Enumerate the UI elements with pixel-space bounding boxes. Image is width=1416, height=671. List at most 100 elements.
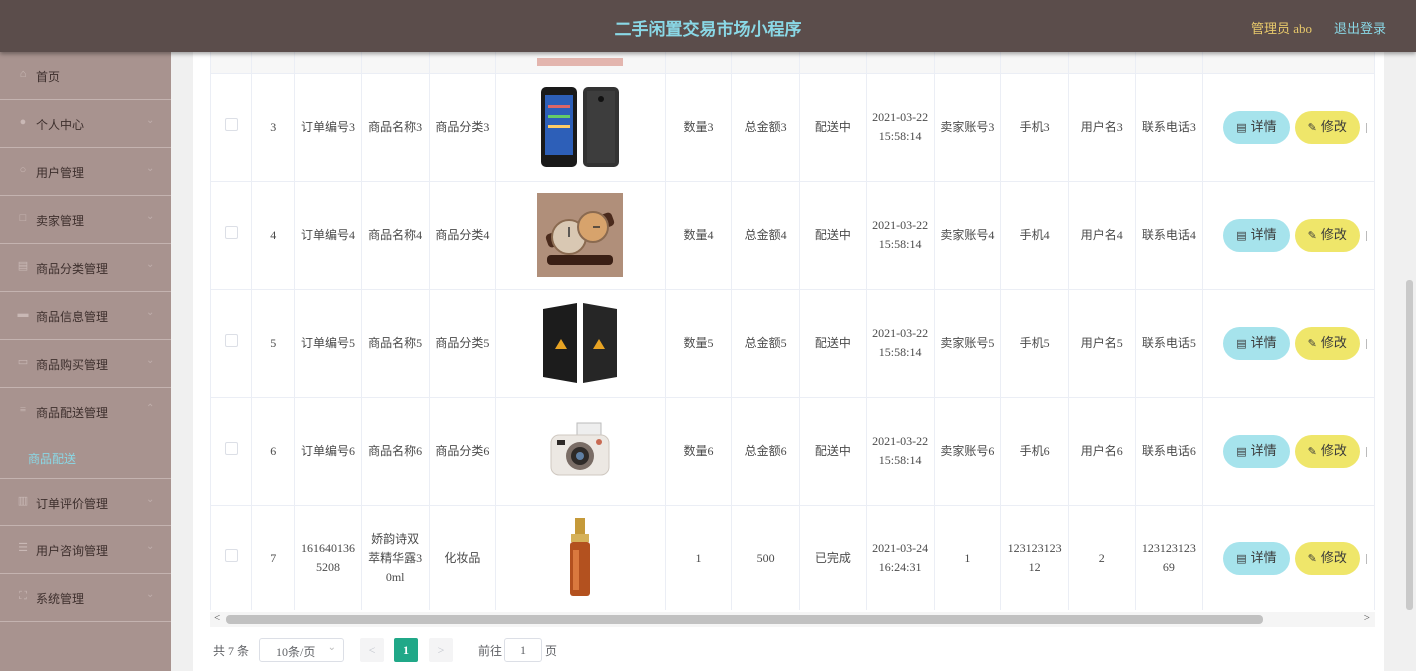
delivery-status: 配送中 bbox=[799, 73, 867, 182]
seller-icon: □ bbox=[19, 212, 27, 224]
vertical-scrollbar[interactable] bbox=[1406, 280, 1413, 610]
horizontal-scrollbar[interactable]: < > bbox=[210, 612, 1375, 627]
partial-product-image bbox=[537, 57, 624, 66]
product-category: 商品分类5 bbox=[429, 289, 497, 398]
edit-button[interactable]: ✎ 修改 bbox=[1294, 434, 1360, 468]
delete-button-partial[interactable] bbox=[1365, 553, 1370, 564]
next-page-button[interactable]: > bbox=[429, 638, 453, 662]
row-index: 6 bbox=[251, 397, 296, 506]
username: 用户名5 bbox=[1068, 289, 1136, 398]
chevron-down-icon: ⌄ bbox=[327, 642, 336, 653]
edit-button[interactable]: ✎ 修改 bbox=[1294, 541, 1360, 575]
detail-button[interactable]: ▤ 详情 bbox=[1223, 110, 1290, 144]
document-icon: ▤ bbox=[1236, 444, 1247, 458]
page-size-select[interactable]: 10条/页 ⌄ bbox=[259, 638, 344, 662]
sidebar-item-category[interactable]: ▤ 商品分类管理 ⌄ bbox=[0, 244, 171, 292]
detail-button[interactable]: ▤ 详情 bbox=[1223, 218, 1290, 252]
chevron-down-icon: ⌄ bbox=[146, 211, 155, 222]
document-icon: ▤ bbox=[1236, 336, 1247, 350]
sidebar-item-users[interactable]: ○ 用户管理 ⌄ bbox=[0, 148, 171, 196]
sidebar-item-label: 商品配送管理 bbox=[36, 406, 109, 420]
admin-label: 管理员 abo bbox=[1251, 21, 1313, 36]
prev-page-button[interactable]: < bbox=[360, 638, 384, 662]
quantity: 数量4 bbox=[665, 181, 733, 290]
sidebar-item-sellers[interactable]: □ 卖家管理 ⌄ bbox=[0, 196, 171, 244]
product-name: 商品名称5 bbox=[361, 289, 430, 398]
edit-button[interactable]: ✎ 修改 bbox=[1294, 218, 1360, 252]
sidebar-item-label: 个人中心 bbox=[36, 118, 85, 132]
goods-icon: ▬ bbox=[17, 308, 29, 320]
row-checkbox[interactable] bbox=[224, 548, 238, 562]
sidebar-item-label: 商品分类管理 bbox=[36, 262, 109, 276]
quantity: 数量6 bbox=[665, 397, 733, 506]
edit-icon: ✎ bbox=[1307, 444, 1317, 458]
sidebar-item-purchase[interactable]: ▭ 商品购买管理 ⌄ bbox=[0, 340, 171, 388]
detail-button[interactable]: ▤ 详情 bbox=[1223, 326, 1290, 360]
sidebar-item-goods[interactable]: ▬ 商品信息管理 ⌄ bbox=[0, 292, 171, 340]
app-title: 二手闲置交易市场小程序 bbox=[614, 20, 802, 40]
username: 用户名3 bbox=[1068, 73, 1136, 182]
product-category: 商品分类4 bbox=[429, 181, 497, 290]
phone: 手机5 bbox=[1000, 289, 1069, 398]
row-checkbox[interactable] bbox=[224, 225, 238, 239]
watch-image bbox=[537, 193, 624, 277]
product-category: 商品分类3 bbox=[429, 73, 497, 182]
edit-icon: ✎ bbox=[1307, 336, 1317, 350]
edit-button[interactable]: ✎ 修改 bbox=[1294, 326, 1360, 360]
phone: 12312312312 bbox=[1000, 505, 1069, 610]
delivery-status: 配送中 bbox=[799, 181, 867, 290]
contact-phone: 联系电话3 bbox=[1135, 73, 1204, 182]
chevron-down-icon: ⌄ bbox=[146, 589, 155, 600]
sidebar-subitem-delivery[interactable]: 商品配送 bbox=[0, 436, 171, 478]
row-checkbox[interactable] bbox=[224, 441, 238, 455]
sidebar-item-label: 商品信息管理 bbox=[36, 310, 109, 324]
page-number-current[interactable]: 1 bbox=[394, 638, 418, 662]
scroll-left-icon[interactable]: < bbox=[214, 612, 220, 624]
chevron-down-icon: ⌄ bbox=[146, 541, 155, 552]
delete-button-partial[interactable] bbox=[1365, 122, 1370, 133]
row-checkbox[interactable] bbox=[224, 333, 238, 347]
sidebar-subitem-label: 商品配送 bbox=[28, 452, 77, 466]
total-amount: 总金额6 bbox=[731, 397, 801, 506]
edit-icon: ✎ bbox=[1307, 551, 1317, 565]
table-row: 4 订单编号4 商品名称4 商品分类4 数量4 总金额4 配送中 2021-03… bbox=[211, 181, 1375, 290]
scroll-right-icon[interactable]: > bbox=[1364, 612, 1370, 624]
row-checkbox[interactable] bbox=[224, 117, 238, 131]
total-amount: 500 bbox=[731, 505, 801, 610]
sidebar-item-home[interactable]: ⌂ 首页 bbox=[0, 52, 171, 100]
sidebar-item-reviews[interactable]: ▥ 订单评价管理 ⌄ bbox=[0, 478, 171, 526]
consult-icon: ☰ bbox=[18, 542, 28, 554]
sidebar-item-consult[interactable]: ☰ 用户咨询管理 ⌄ bbox=[0, 526, 171, 574]
sidebar-item-system[interactable]: ⛶ 系统管理 ⌄ bbox=[0, 574, 171, 622]
user-icon: ● bbox=[19, 116, 27, 128]
edit-button[interactable]: ✎ 修改 bbox=[1294, 110, 1360, 144]
delete-button-partial[interactable] bbox=[1365, 446, 1370, 457]
scrollbar-thumb[interactable] bbox=[226, 615, 1263, 624]
sidebar-item-profile[interactable]: ● 个人中心 ⌄ bbox=[0, 100, 171, 148]
edit-icon: ✎ bbox=[1307, 120, 1317, 134]
phone: 手机6 bbox=[1000, 397, 1069, 506]
page-size-value: 10条/页 bbox=[276, 645, 316, 659]
seller-account: 1 bbox=[934, 505, 1002, 610]
document-icon: ▤ bbox=[1236, 228, 1247, 242]
seller-account: 卖家账号5 bbox=[934, 289, 1002, 398]
home-icon: ⌂ bbox=[19, 68, 27, 80]
username: 2 bbox=[1068, 505, 1136, 610]
users-icon: ○ bbox=[19, 164, 27, 176]
sidebar-item-delivery[interactable]: ≡ 商品配送管理 ⌃ bbox=[0, 388, 171, 436]
order-number: 订单编号5 bbox=[294, 289, 362, 398]
delete-button-partial[interactable] bbox=[1365, 338, 1370, 349]
document-icon: ▤ bbox=[1236, 120, 1247, 134]
detail-button[interactable]: ▤ 详情 bbox=[1223, 541, 1290, 575]
sidebar-item-label: 首页 bbox=[36, 70, 61, 84]
seller-account: 卖家账号3 bbox=[934, 73, 1002, 182]
settings-icon: ⛶ bbox=[19, 590, 27, 602]
logout-link[interactable]: 退出登录 bbox=[1334, 18, 1386, 37]
detail-button[interactable]: ▤ 详情 bbox=[1223, 434, 1290, 468]
sidebar-item-label: 用户管理 bbox=[36, 166, 85, 180]
order-number: 1616401365208 bbox=[294, 505, 362, 610]
delete-button-partial[interactable] bbox=[1365, 230, 1370, 241]
goto-page-input[interactable]: 1 bbox=[504, 638, 542, 662]
product-name: 商品名称4 bbox=[361, 181, 430, 290]
phone: 手机3 bbox=[1000, 73, 1069, 182]
